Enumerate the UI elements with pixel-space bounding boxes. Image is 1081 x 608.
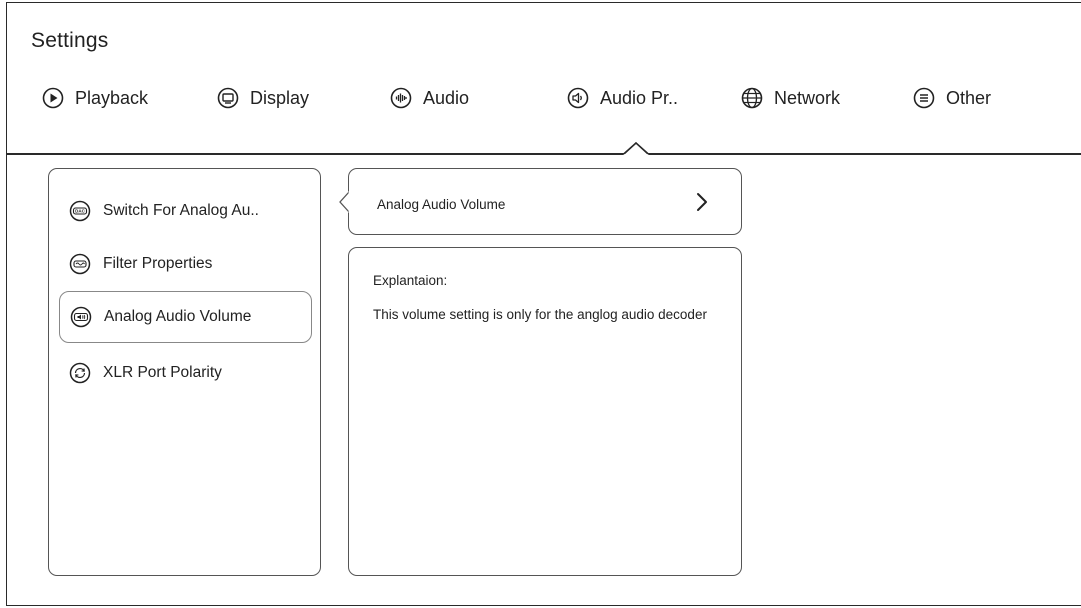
volume-icon <box>70 306 92 328</box>
tab-label: Audio <box>423 87 470 108</box>
active-tab-indicator <box>623 142 649 156</box>
tab-network[interactable]: Network <box>741 85 840 111</box>
filter-icon <box>69 253 91 275</box>
tab-display[interactable]: Display <box>217 85 309 111</box>
tab-label: Display <box>250 87 310 108</box>
display-icon <box>217 87 239 109</box>
dac-icon: DAC <box>69 200 91 222</box>
menu-item-label: Switch For Analog Au.. <box>103 202 259 219</box>
tab-label: Audio Pr.. <box>600 87 679 108</box>
speaker-icon <box>567 87 589 109</box>
header-divider <box>7 153 1081 155</box>
menu-item-label: Filter Properties <box>103 255 213 272</box>
menu-item-filter-properties[interactable]: Filter Properties <box>59 238 312 290</box>
chevron-right-icon[interactable] <box>695 191 709 213</box>
page-title: Settings <box>31 29 109 52</box>
audio-wave-icon <box>390 87 412 109</box>
play-circle-icon <box>42 87 64 109</box>
option-pointer <box>339 191 352 213</box>
tab-label: Playback <box>75 87 149 108</box>
tab-audio-processing[interactable]: Audio Pr.. <box>567 85 678 111</box>
tab-label: Other <box>946 87 992 108</box>
tab-other[interactable]: Other <box>913 85 991 111</box>
menu-lines-icon <box>913 87 935 109</box>
analog-audio-volume-option[interactable]: Analog Audio Volume <box>348 168 742 235</box>
menu-item-analog-audio-volume[interactable]: Analog Audio Volume <box>59 291 312 343</box>
svg-text:DAC: DAC <box>75 209 85 214</box>
submenu-panel: DAC Switch For Analog Au.. Filter Proper… <box>48 168 321 576</box>
explanation-heading: Explantaion: <box>373 273 448 288</box>
tab-label: Network <box>774 87 841 108</box>
menu-item-switch-analog[interactable]: DAC Switch For Analog Au.. <box>59 185 312 237</box>
explanation-text: This volume setting is only for the angl… <box>373 307 707 322</box>
tab-audio[interactable]: Audio <box>390 85 469 111</box>
polarity-icon <box>69 362 91 384</box>
menu-item-label: Analog Audio Volume <box>104 308 252 325</box>
menu-item-xlr-port-polarity[interactable]: XLR Port Polarity <box>59 347 312 399</box>
option-label: Analog Audio Volume <box>377 197 506 212</box>
tab-playback[interactable]: Playback <box>42 85 148 111</box>
globe-icon <box>741 87 763 109</box>
menu-item-label: XLR Port Polarity <box>103 364 222 381</box>
explanation-panel: Explantaion: This volume setting is only… <box>348 247 742 576</box>
